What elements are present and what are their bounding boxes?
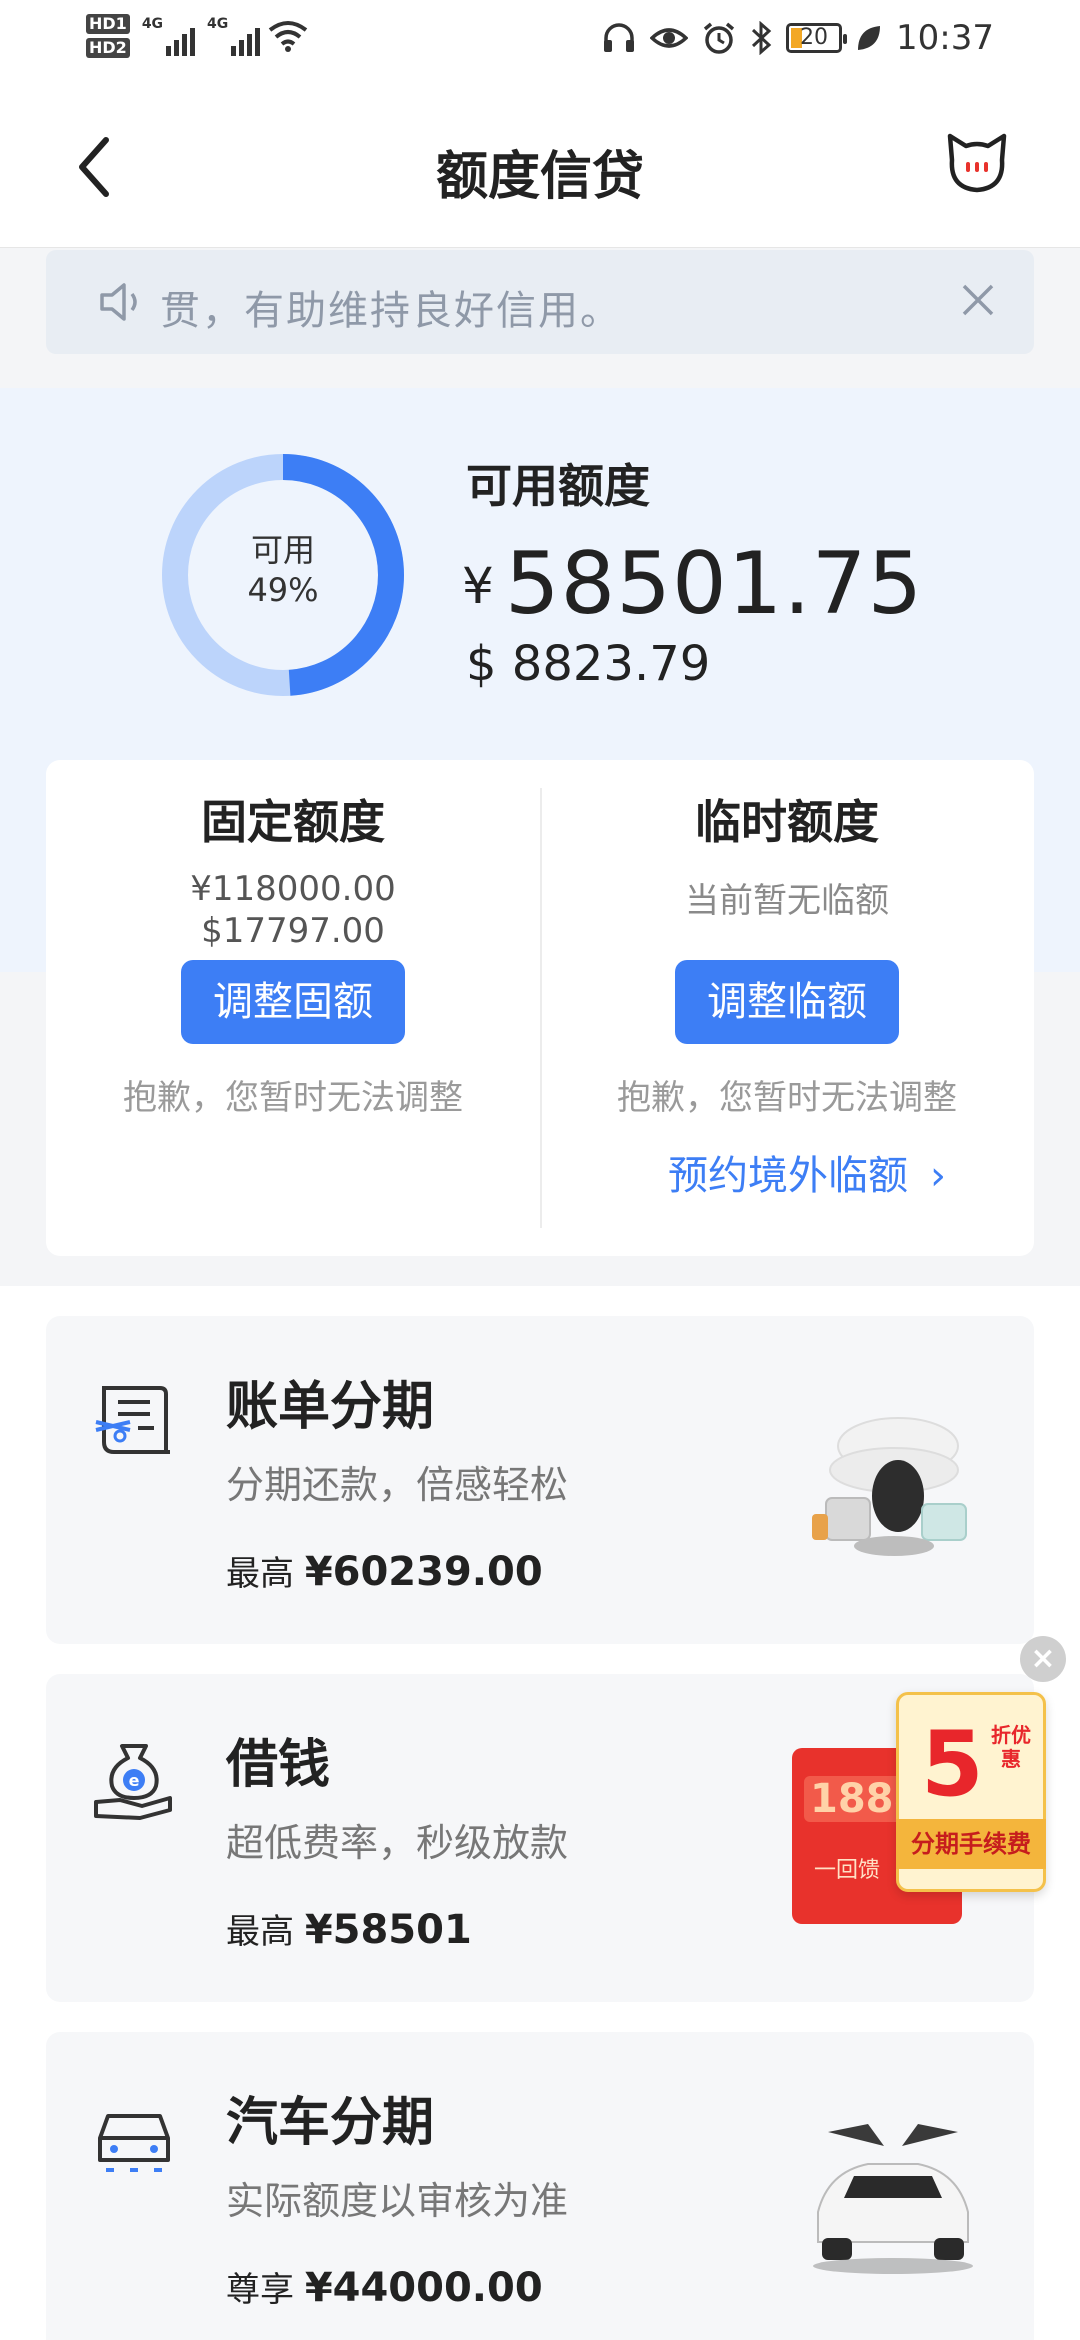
speaker-icon bbox=[100, 283, 137, 321]
signal-2-icon: 4G bbox=[207, 16, 261, 56]
fixed-quota-amounts: ¥118000.00 $17797.00 bbox=[190, 869, 396, 951]
service-desc: 超低费率，秒级放款 bbox=[226, 1821, 569, 1865]
money-bag-hand-icon: e bbox=[94, 1744, 172, 1820]
service-desc: 分期还款，倍感轻松 bbox=[226, 1463, 569, 1507]
temp-quota-note: 抱歉，您暂时无法调整 bbox=[617, 1078, 957, 1118]
nav-bar: 额度信贷 bbox=[0, 82, 1080, 248]
bill-installment-icon bbox=[95, 1386, 170, 1454]
fixed-quota-section: 固定额度 ¥118000.00 $17797.00 调整固额 抱歉，您暂时无法调… bbox=[46, 790, 540, 1119]
car-image bbox=[813, 2124, 973, 2274]
page-title: 额度信贷 bbox=[435, 147, 644, 207]
temp-quota-status: 当前暂无临额 bbox=[685, 881, 889, 921]
ring-label: 可用 49% bbox=[247, 531, 319, 609]
leaf-icon bbox=[858, 26, 881, 50]
notice-text: 贯，有助维持良好信用。 bbox=[160, 288, 622, 334]
service-desc: 实际额度以审核为准 bbox=[226, 2179, 569, 2223]
signal-1-icon: 4G bbox=[142, 16, 196, 56]
service-amount: 尊享 ¥44000.00 bbox=[226, 2265, 543, 2311]
clock-time: 10:37 bbox=[896, 18, 994, 58]
svg-text:e: e bbox=[129, 1771, 140, 1790]
battery-icon: 20 bbox=[786, 23, 848, 53]
hd2-indicator: HD2 bbox=[86, 38, 130, 58]
wifi-icon bbox=[269, 21, 308, 52]
cookware-image bbox=[812, 1417, 967, 1556]
status-bar: HD1 HD2 4G 4G 20 10:37 bbox=[0, 0, 1080, 82]
eye-icon bbox=[650, 28, 689, 48]
temp-quota-section: 临时额度 当前暂无临额 调整临额 抱歉，您暂时无法调整 预约境外临额 › bbox=[540, 790, 1034, 1201]
adjust-temp-quota-button[interactable]: 调整临额 bbox=[675, 960, 899, 1044]
discount-promo-badge[interactable]: 5 折优惠 分期手续费 bbox=[896, 1692, 1046, 1892]
bluetooth-icon bbox=[751, 21, 772, 55]
alarm-icon bbox=[703, 22, 735, 54]
service-amount: 最高 ¥58501 bbox=[226, 1907, 472, 1953]
adjust-fixed-quota-button[interactable]: 调整固额 bbox=[181, 960, 405, 1044]
chevron-right-icon: › bbox=[930, 1153, 946, 1199]
service-title: 汽车分期 bbox=[226, 2093, 435, 2153]
service-title: 借钱 bbox=[226, 1735, 331, 1795]
fixed-quota-title: 固定额度 bbox=[201, 795, 385, 849]
notice-bar: 贯，有助维持良好信用。 bbox=[46, 250, 1034, 354]
hd1-indicator: HD1 bbox=[86, 14, 130, 34]
overseas-temp-quota-link[interactable]: 预约境外临额 › bbox=[540, 1143, 1034, 1201]
service-title: 账单分期 bbox=[226, 1377, 435, 1437]
cat-assistant-icon[interactable] bbox=[944, 130, 1010, 196]
service-card-bill-installment[interactable]: 账单分期 分期还款，倍感轻松 最高 ¥60239.00 bbox=[46, 1316, 1034, 1644]
available-title: 可用额度 bbox=[466, 459, 650, 513]
service-card-car-installment[interactable]: 汽车分期 实际额度以审核为准 尊享 ¥44000.00 bbox=[46, 2032, 1034, 2340]
available-amount-usd: $ 8823.79 bbox=[466, 636, 711, 692]
promo-close-button[interactable]: × bbox=[1020, 1636, 1066, 1682]
fixed-quota-note: 抱歉，您暂时无法调整 bbox=[123, 1078, 463, 1118]
headphones-icon bbox=[604, 23, 635, 52]
available-amount-cny: ¥58501.75 bbox=[462, 534, 924, 634]
close-icon[interactable] bbox=[960, 282, 996, 318]
service-amount: 最高 ¥60239.00 bbox=[226, 1549, 543, 1595]
temp-quota-title: 临时额度 bbox=[695, 795, 879, 849]
car-icon bbox=[98, 2114, 170, 2172]
